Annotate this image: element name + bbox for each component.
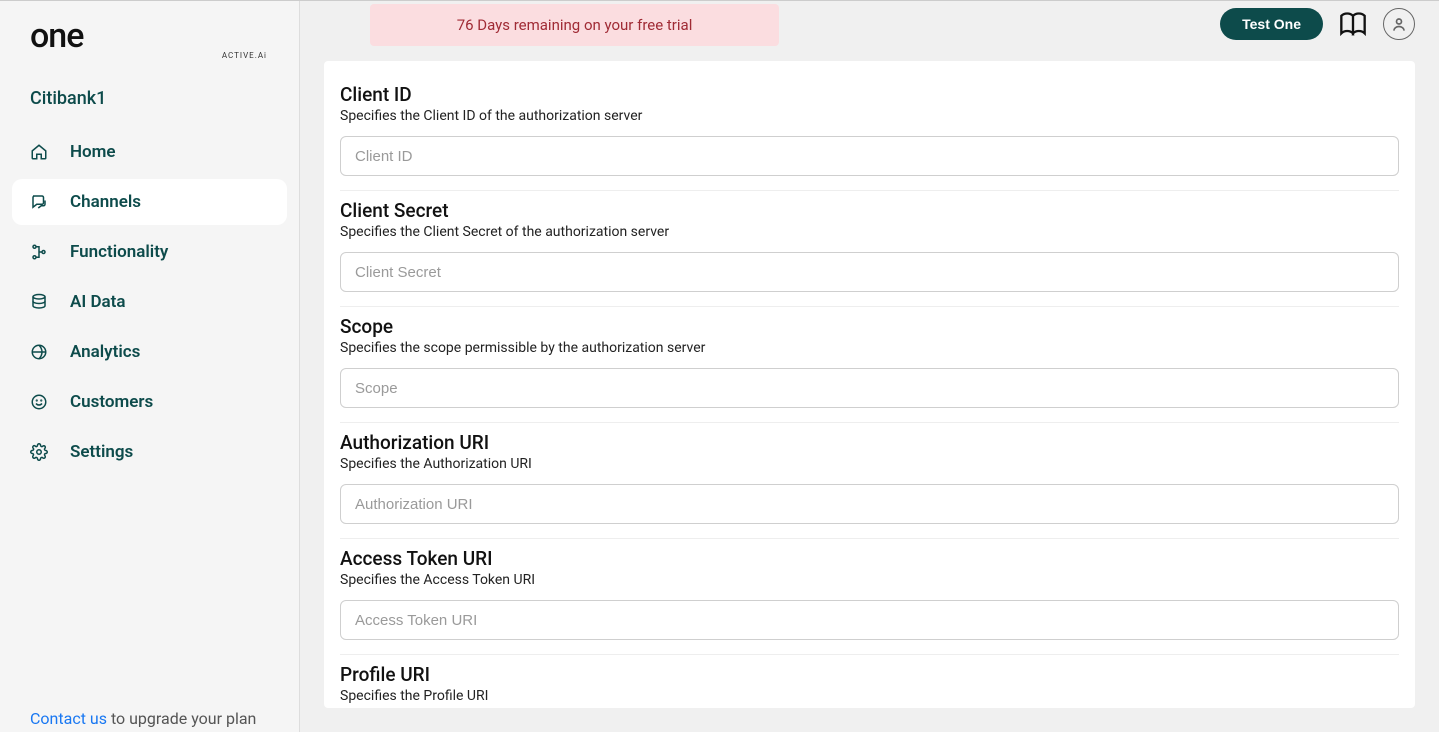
topbar: 76 Days remaining on your free trial Tes… (300, 1, 1439, 47)
sidebar-item-label: Settings (70, 442, 133, 462)
field-title: Scope (340, 315, 1399, 338)
sidebar-item-customers[interactable]: Customers (12, 379, 287, 425)
sidebar-item-aidata[interactable]: AI Data (12, 279, 287, 325)
sidebar-item-label: AI Data (70, 292, 126, 312)
field-client-id: Client ID Specifies the Client ID of the… (340, 75, 1399, 191)
field-profile-uri: Profile URI Specifies the Profile URI (340, 655, 1399, 708)
token-uri-input[interactable] (340, 600, 1399, 640)
auth-uri-input[interactable] (340, 484, 1399, 524)
form-card: Client ID Specifies the Client ID of the… (324, 61, 1415, 708)
field-desc: Specifies the scope permissible by the a… (340, 340, 1399, 356)
footer-text: to upgrade your plan (107, 709, 256, 728)
field-desc: Specifies the Access Token URI (340, 572, 1399, 588)
chat-icon (30, 193, 48, 211)
logo: one ACTIVE.Ai (0, 19, 299, 70)
logo-main: one (30, 19, 269, 53)
sidebar-item-home[interactable]: Home (12, 129, 287, 175)
upgrade-footer: Contact us to upgrade your plan (30, 709, 256, 728)
main: 76 Days remaining on your free trial Tes… (300, 1, 1439, 732)
field-desc: Specifies the Client ID of the authoriza… (340, 108, 1399, 124)
sidebar-item-channels[interactable]: Channels (12, 179, 287, 225)
field-client-secret: Client Secret Specifies the Client Secre… (340, 191, 1399, 307)
tree-icon (30, 243, 48, 261)
home-icon (30, 143, 48, 161)
contact-link[interactable]: Contact us (30, 709, 107, 728)
sidebar-item-analytics[interactable]: Analytics (12, 329, 287, 375)
sidebar-item-label: Home (70, 142, 116, 162)
scope-input[interactable] (340, 368, 1399, 408)
field-token-uri: Access Token URI Specifies the Access To… (340, 539, 1399, 655)
tenant-name: Citibank1 (0, 70, 299, 119)
avatar[interactable] (1383, 8, 1415, 40)
client-id-input[interactable] (340, 136, 1399, 176)
database-icon (30, 293, 48, 311)
field-title: Client ID (340, 83, 1399, 106)
globe-icon (30, 343, 48, 361)
sidebar: one ACTIVE.Ai Citibank1 Home Channels Fu… (0, 1, 300, 732)
sidebar-item-label: Analytics (70, 342, 140, 362)
smile-icon (30, 393, 48, 411)
sidebar-item-label: Customers (70, 392, 153, 412)
field-title: Authorization URI (340, 431, 1399, 454)
test-one-button[interactable]: Test One (1220, 8, 1323, 40)
book-icon[interactable] (1339, 10, 1367, 38)
trial-banner: 76 Days remaining on your free trial (370, 4, 779, 46)
sidebar-item-label: Functionality (70, 242, 168, 262)
field-auth-uri: Authorization URI Specifies the Authoriz… (340, 423, 1399, 539)
sidebar-item-functionality[interactable]: Functionality (12, 229, 287, 275)
field-title: Client Secret (340, 199, 1399, 222)
sidebar-item-label: Channels (70, 192, 141, 212)
sidebar-item-settings[interactable]: Settings (12, 429, 287, 475)
sidebar-nav: Home Channels Functionality AI Data Anal… (0, 119, 299, 479)
field-desc: Specifies the Profile URI (340, 688, 1399, 704)
field-desc: Specifies the Client Secret of the autho… (340, 224, 1399, 240)
field-scope: Scope Specifies the scope permissible by… (340, 307, 1399, 423)
field-title: Profile URI (340, 663, 1399, 686)
field-desc: Specifies the Authorization URI (340, 456, 1399, 472)
field-title: Access Token URI (340, 547, 1399, 570)
gear-icon (30, 443, 48, 461)
client-secret-input[interactable] (340, 252, 1399, 292)
